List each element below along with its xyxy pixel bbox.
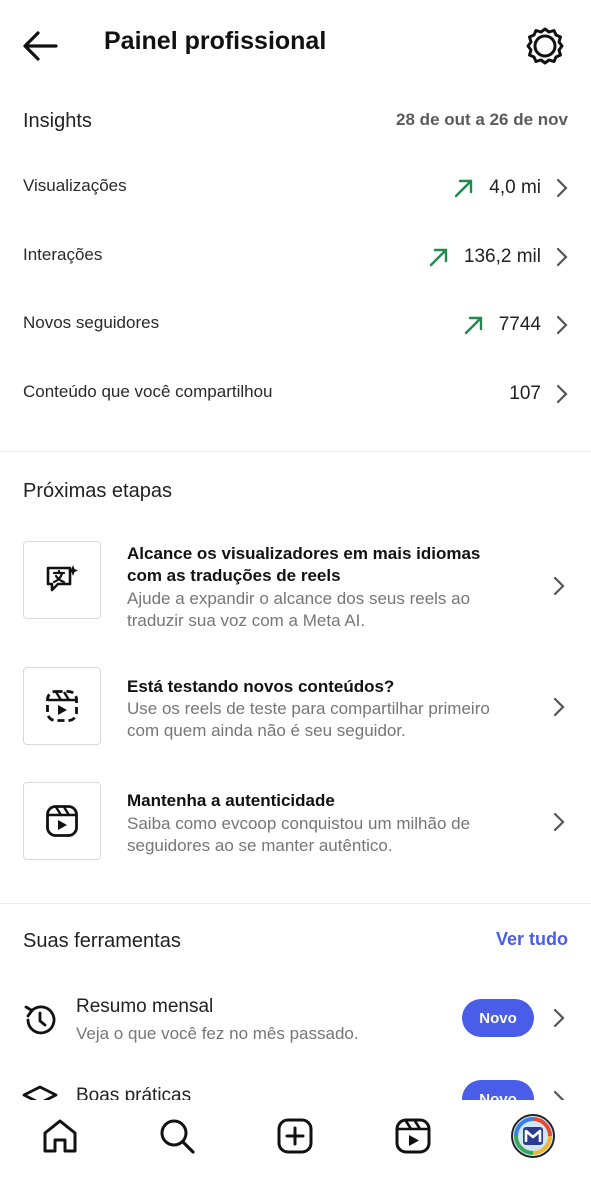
chevron-right-icon xyxy=(553,812,565,832)
chevron-right-icon xyxy=(553,697,565,717)
tools-title: Suas ferramentas xyxy=(23,930,181,952)
metric-label: Conteúdo que você compartilhou xyxy=(23,382,273,401)
step-item-trial-reels[interactable]: Está testando novos conteúdos? Use os re… xyxy=(0,667,591,767)
tool-item-monthly-recap[interactable]: Resumo mensal Veja o que você fez no mês… xyxy=(0,980,591,1060)
metric-label: Interações xyxy=(23,245,103,264)
chevron-right-icon xyxy=(553,1008,565,1028)
insights-title: Insights xyxy=(23,110,92,132)
history-icon xyxy=(24,1005,56,1035)
nav-search-button[interactable] xyxy=(157,1116,197,1156)
metric-row-visualizacoes[interactable]: Visualizações 4,0 mi xyxy=(0,160,591,216)
tool-item-best-practices[interactable]: Boas práticas Novo xyxy=(0,1075,591,1100)
step-item-reels-translation[interactable]: Alcance os visualizadores em mais idioma… xyxy=(0,541,591,641)
trend-up-icon xyxy=(429,248,448,267)
date-range: 28 de out a 26 de nov xyxy=(396,110,568,129)
back-button[interactable] xyxy=(20,26,60,66)
step-desc-line: com quem ainda não é seu seguidor. xyxy=(127,721,406,740)
next-steps-title: Próximas etapas xyxy=(23,480,172,502)
nav-reels-button[interactable] xyxy=(393,1116,433,1156)
trend-up-icon xyxy=(455,179,473,198)
reels-icon xyxy=(395,1118,431,1154)
chevron-right-icon xyxy=(556,178,568,198)
step-desc-line: traduzir sua voz com a Meta AI. xyxy=(127,611,366,630)
metric-value: 136,2 mil xyxy=(463,246,541,267)
step-title-line: Está testando novos conteúdos? xyxy=(127,677,395,696)
reels-icon xyxy=(46,805,78,837)
home-icon xyxy=(43,1119,77,1153)
chevron-right-icon xyxy=(553,1090,565,1100)
metric-row-conteudo-compartilhado[interactable]: Conteúdo que você compartilhou 107 xyxy=(0,366,591,422)
step-desc-line: Ajude a expandir o alcance dos seus reel… xyxy=(127,589,471,608)
see-all-link[interactable]: Ver tudo xyxy=(496,929,568,950)
nav-create-button[interactable] xyxy=(275,1116,315,1156)
profile-avatar[interactable] xyxy=(511,1114,555,1158)
chevron-right-icon xyxy=(556,247,568,267)
gear-icon xyxy=(526,27,564,65)
avatar-image xyxy=(513,1116,553,1156)
chevron-right-icon xyxy=(553,576,565,596)
step-desc-line: Use os reels de teste para compartilhar … xyxy=(127,699,490,718)
search-icon xyxy=(160,1119,195,1154)
metric-label: Novos seguidores xyxy=(23,313,160,332)
trend-up-icon xyxy=(464,316,482,335)
translate-icon xyxy=(46,565,78,592)
section-divider xyxy=(0,451,591,452)
create-icon xyxy=(277,1118,313,1154)
metric-label: Visualizações xyxy=(23,176,127,195)
chevron-right-icon xyxy=(556,315,568,335)
chevron-right-icon xyxy=(556,384,568,404)
step-item-authenticity[interactable]: Mantenha a autenticidade Saiba como evco… xyxy=(0,782,591,882)
graduation-cap-icon xyxy=(22,1085,58,1100)
nav-home-button[interactable] xyxy=(40,1116,80,1156)
top-bar: Painel profissional xyxy=(0,0,591,90)
section-divider xyxy=(0,903,591,904)
arrow-left-icon xyxy=(23,31,58,61)
step-desc-line: Saiba como evcoop conquistou um milhão d… xyxy=(127,814,471,833)
step-title-line: Mantenha a autenticidade xyxy=(127,791,335,810)
tool-title: Boas práticas xyxy=(76,1085,192,1100)
bottom-navigation xyxy=(0,1100,591,1179)
settings-button[interactable] xyxy=(524,25,566,67)
tool-desc: Veja o que você fez no mês passado. xyxy=(76,1024,359,1043)
step-icon-box xyxy=(23,782,101,860)
metric-value: 7744 xyxy=(498,314,541,335)
metric-row-interacoes[interactable]: Interações 136,2 mil xyxy=(0,229,591,285)
new-badge: Novo xyxy=(462,999,534,1037)
metric-value: 4,0 mi xyxy=(489,177,541,198)
page-title: Painel profissional xyxy=(104,27,327,55)
metric-row-novos-seguidores[interactable]: Novos seguidores 7744 xyxy=(0,297,591,353)
metric-value: 107 xyxy=(509,383,541,404)
step-title-line: com as traduções de reels xyxy=(127,566,341,585)
tool-title: Resumo mensal xyxy=(76,996,214,1017)
step-title-line: Alcance os visualizadores em mais idioma… xyxy=(127,544,481,563)
new-badge: Novo xyxy=(462,1080,534,1100)
dashed-reels-icon xyxy=(46,690,78,722)
step-desc-line: seguidores ao se manter autêntico. xyxy=(127,836,393,855)
step-icon-box xyxy=(23,541,101,619)
step-icon-box xyxy=(23,667,101,745)
